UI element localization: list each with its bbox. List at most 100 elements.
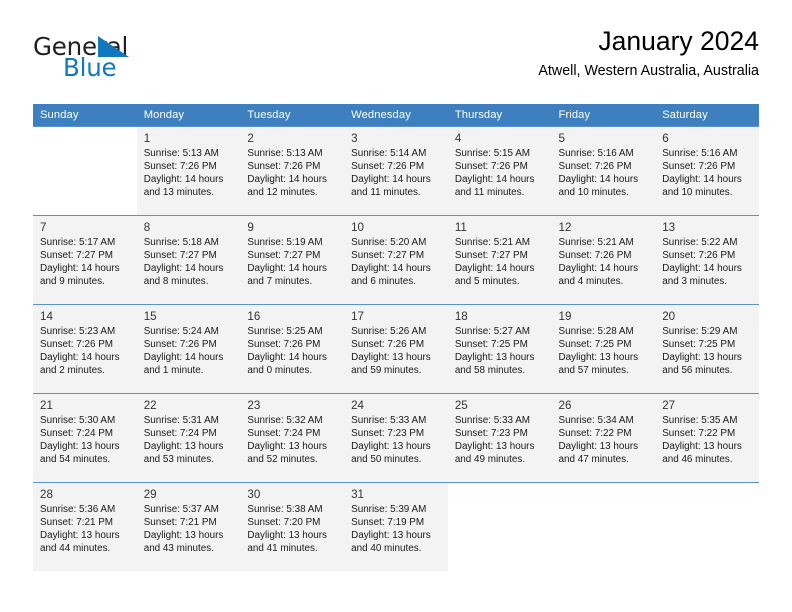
calendar-day-cell[interactable]: 1 Sunrise: 5:13 AM Sunset: 7:26 PM Daylight…	[136, 126, 241, 216]
calendar-body: 1 Sunrise: 5:13 AM Sunset: 7:26 PM Daylight…	[33, 126, 759, 571]
day-number: 21	[40, 399, 53, 412]
calendar-day-cell[interactable]: 30 Sunrise: 5:38 AM Sunset: 7:20 PM Dayligh…	[240, 482, 345, 571]
calendar-day-cell[interactable]: 3 Sunrise: 5:14 AM Sunset: 7:26 PM Daylight…	[344, 126, 448, 216]
day-details: Sunrise: 5:23 AM Sunset: 7:26 PM Daylight:…	[33, 322, 137, 377]
calendar-day-cell[interactable]: 12 Sunrise: 5:21 AM Sunset: 7:26 PM Dayligh…	[551, 215, 656, 305]
day-details: Sunrise: 5:33 AM Sunset: 7:23 PM Daylight:…	[344, 411, 448, 466]
day-details: Sunrise: 5:15 AM Sunset: 7:26 PM Daylight:…	[448, 144, 552, 199]
calendar-day-cell[interactable]: 7 Sunrise: 5:17 AM Sunset: 7:27 PM Daylight…	[33, 215, 137, 305]
calendar-day-cell[interactable]: 26 Sunrise: 5:34 AM Sunset: 7:22 PM Dayligh…	[551, 393, 656, 483]
day-daylight1-text: Daylight: 14 hours	[558, 263, 639, 275]
day-daylight2-text: and 47 minutes.	[558, 454, 629, 466]
calendar-day-cell[interactable]: 31 Sunrise: 5:39 AM Sunset: 7:19 PM Dayligh…	[344, 482, 448, 571]
day-daylight2-text: and 13 minutes.	[143, 187, 214, 199]
calendar-day-cell[interactable]: 15 Sunrise: 5:24 AM Sunset: 7:26 PM Dayligh…	[136, 304, 241, 394]
calendar-day-cell[interactable]: 10 Sunrise: 5:20 AM Sunset: 7:27 PM Dayligh…	[344, 215, 448, 305]
day-daylight2-text: and 6 minutes.	[351, 276, 416, 288]
calendar-day-cell[interactable]: 24 Sunrise: 5:33 AM Sunset: 7:23 PM Dayligh…	[344, 393, 448, 483]
day-daylight1-text: Daylight: 13 hours	[247, 530, 327, 542]
day-daylight2-text: and 54 minutes.	[40, 454, 111, 466]
day-sunset-text: Sunset: 7:26 PM	[351, 339, 425, 351]
day-number: 5	[558, 132, 565, 145]
calendar-day-cell[interactable]: 25 Sunrise: 5:33 AM Sunset: 7:23 PM Dayligh…	[447, 393, 552, 483]
day-sunset-text: Sunset: 7:26 PM	[40, 339, 114, 351]
calendar-day-cell[interactable]: 20 Sunrise: 5:29 AM Sunset: 7:25 PM Dayligh…	[655, 304, 759, 394]
calendar-day-cell[interactable]: 19 Sunrise: 5:28 AM Sunset: 7:25 PM Dayligh…	[551, 304, 656, 394]
day-daylight2-text: and 2 minutes.	[40, 365, 105, 377]
day-sunset-text: Sunset: 7:26 PM	[662, 161, 736, 173]
day-number: 1	[143, 132, 151, 145]
day-daylight2-text: and 11 minutes.	[351, 187, 421, 199]
calendar-day-cell[interactable]: 2 Sunrise: 5:13 AM Sunset: 7:26 PM Daylight…	[240, 126, 345, 216]
calendar-header-row: Sunday Monday Tuesday Wednesday Thursday…	[33, 104, 759, 127]
calendar-day-cell[interactable]: 18 Sunrise: 5:27 AM Sunset: 7:25 PM Dayligh…	[447, 304, 552, 394]
calendar-week-row: 21 Sunrise: 5:30 AM Sunset: 7:24 PM Dayligh…	[33, 393, 759, 483]
day-daylight2-text: and 11 minutes.	[454, 187, 525, 199]
calendar-day-cell[interactable]: 6 Sunrise: 5:16 AM Sunset: 7:26 PM Daylight…	[655, 126, 759, 216]
title-block: January 2024 Atwell, Western Australia, …	[538, 24, 759, 82]
day-sunrise-text: Sunrise: 5:21 AM	[558, 237, 634, 248]
calendar-day-cell[interactable]: 28 Sunrise: 5:36 AM Sunset: 7:21 PM Dayligh…	[33, 482, 137, 571]
day-sunrise-text: Sunrise: 5:35 AM	[662, 415, 738, 426]
day-daylight1-text: Daylight: 13 hours	[40, 441, 120, 453]
calendar-day-cell[interactable]: 4 Sunrise: 5:15 AM Sunset: 7:26 PM Daylight…	[447, 126, 552, 216]
sunrise-sunset-calendar: Sunday Monday Tuesday Wednesday Thursday…	[33, 104, 759, 571]
calendar-day-cell[interactable]: 8 Sunrise: 5:18 AM Sunset: 7:27 PM Daylight…	[136, 215, 241, 305]
calendar-day-cell[interactable]: 29 Sunrise: 5:37 AM Sunset: 7:21 PM Dayligh…	[136, 482, 241, 571]
day-sunset-text: Sunset: 7:22 PM	[662, 428, 736, 440]
day-sunrise-text: Sunrise: 5:13 AM	[143, 148, 219, 159]
day-number: 26	[558, 399, 572, 412]
day-details: Sunrise: 5:38 AM Sunset: 7:20 PM Daylight:…	[240, 500, 344, 555]
calendar-day-cell[interactable]: 11 Sunrise: 5:21 AM Sunset: 7:27 PM Dayligh…	[447, 215, 552, 305]
calendar-day-cell[interactable]: 27 Sunrise: 5:35 AM Sunset: 7:22 PM Dayligh…	[655, 393, 759, 483]
calendar-day-cell[interactable]: 16 Sunrise: 5:25 AM Sunset: 7:26 PM Dayligh…	[240, 304, 345, 394]
day-daylight1-text: Daylight: 14 hours	[558, 174, 639, 186]
day-number: 25	[454, 399, 468, 412]
day-details: Sunrise: 5:36 AM Sunset: 7:21 PM Daylight:…	[33, 500, 137, 555]
calendar-day-cell[interactable]: 5 Sunrise: 5:16 AM Sunset: 7:26 PM Daylight…	[551, 126, 656, 216]
day-sunrise-text: Sunrise: 5:21 AM	[454, 237, 531, 248]
day-sunrise-text: Sunrise: 5:14 AM	[351, 148, 427, 159]
general-blue-logo[interactable]: General Blue	[33, 32, 243, 90]
day-sunset-text: Sunset: 7:26 PM	[558, 250, 632, 262]
day-daylight2-text: and 44 minutes.	[40, 543, 111, 555]
calendar-day-cell[interactable]: 23 Sunrise: 5:32 AM Sunset: 7:24 PM Dayligh…	[240, 393, 345, 483]
day-details: Sunrise: 5:27 AM Sunset: 7:25 PM Daylight:…	[448, 322, 552, 377]
day-number: 10	[351, 221, 365, 234]
logo-text-blue: Blue	[63, 53, 117, 82]
day-sunrise-text: Sunrise: 5:31 AM	[143, 415, 219, 426]
day-sunset-text: Sunset: 7:24 PM	[40, 428, 114, 440]
day-number: 29	[143, 488, 157, 501]
calendar-day-cell-empty	[655, 482, 759, 571]
calendar-day-cell[interactable]: 21 Sunrise: 5:30 AM Sunset: 7:24 PM Dayligh…	[33, 393, 137, 483]
day-daylight1-text: Daylight: 13 hours	[351, 352, 431, 364]
calendar-day-cell[interactable]: 17 Sunrise: 5:26 AM Sunset: 7:26 PM Dayligh…	[344, 304, 448, 394]
day-sunset-text: Sunset: 7:22 PM	[558, 428, 632, 440]
day-daylight2-text: and 40 minutes.	[351, 543, 422, 555]
day-daylight2-text: and 59 minutes.	[351, 365, 422, 377]
calendar-day-cell[interactable]: 14 Sunrise: 5:23 AM Sunset: 7:26 PM Dayligh…	[33, 304, 137, 394]
weekday-header-saturday: Saturday	[655, 104, 759, 127]
day-daylight1-text: Daylight: 13 hours	[558, 352, 639, 364]
calendar-day-cell[interactable]: 22 Sunrise: 5:31 AM Sunset: 7:24 PM Dayligh…	[136, 393, 241, 483]
calendar-week-row: 28 Sunrise: 5:36 AM Sunset: 7:21 PM Dayligh…	[33, 482, 759, 571]
day-daylight2-text: and 52 minutes.	[247, 454, 318, 466]
day-sunrise-text: Sunrise: 5:33 AM	[351, 415, 427, 426]
day-daylight2-text: and 58 minutes.	[454, 365, 526, 377]
day-number: 22	[143, 399, 157, 412]
day-daylight1-text: Daylight: 13 hours	[454, 441, 535, 453]
day-details: Sunrise: 5:37 AM Sunset: 7:21 PM Daylight:…	[137, 500, 241, 555]
day-sunset-text: Sunset: 7:26 PM	[351, 161, 425, 173]
calendar-day-cell[interactable]: 9 Sunrise: 5:19 AM Sunset: 7:27 PM Daylight…	[240, 215, 345, 305]
calendar-day-cell[interactable]: 13 Sunrise: 5:22 AM Sunset: 7:26 PM Dayligh…	[655, 215, 759, 305]
day-sunrise-text: Sunrise: 5:23 AM	[40, 326, 116, 337]
day-sunrise-text: Sunrise: 5:16 AM	[662, 148, 738, 159]
day-details: Sunrise: 5:26 AM Sunset: 7:26 PM Daylight:…	[344, 322, 448, 377]
day-daylight1-text: Daylight: 13 hours	[143, 441, 224, 453]
day-daylight2-text: and 7 minutes.	[247, 276, 313, 288]
day-number: 4	[454, 132, 462, 145]
weekday-header-sunday: Sunday	[33, 104, 137, 127]
day-sunset-text: Sunset: 7:26 PM	[558, 161, 632, 173]
day-details: Sunrise: 5:18 AM Sunset: 7:27 PM Daylight:…	[137, 233, 241, 288]
day-sunset-text: Sunset: 7:26 PM	[143, 161, 217, 173]
